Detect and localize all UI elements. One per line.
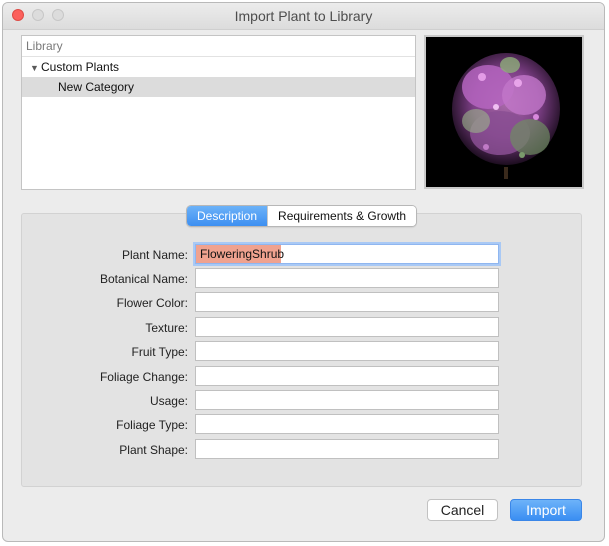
fruit-type-label: Fruit Type: — [131, 345, 188, 359]
tree-item-label: New Category — [58, 80, 135, 94]
foliage-type-label: Foliage Type: — [116, 418, 188, 432]
flower-color-field[interactable] — [195, 292, 499, 312]
tab-bar: Description Requirements & Growth — [186, 205, 418, 227]
tab-description[interactable]: Description — [187, 206, 268, 226]
plant-shape-field[interactable] — [195, 439, 499, 459]
texture-field[interactable] — [195, 317, 499, 337]
library-tree[interactable]: Library ▼ Custom Plants New Category — [21, 35, 416, 190]
window-title: Import Plant to Library — [234, 8, 373, 24]
disclosure-triangle-down-icon[interactable]: ▼ — [30, 58, 41, 78]
import-button[interactable]: Import — [510, 499, 582, 521]
fruit-type-field[interactable] — [195, 341, 499, 361]
library-header: Library — [22, 36, 415, 57]
plant-name-label: Plant Name: — [121, 248, 188, 262]
texture-label: Texture: — [145, 321, 188, 335]
botanical-name-label: Botanical Name: — [99, 272, 188, 286]
usage-field[interactable] — [195, 390, 499, 410]
foliage-change-label: Foliage Change: — [99, 370, 188, 384]
plant-preview-image — [424, 35, 584, 189]
tab-requirements-growth[interactable]: Requirements & Growth — [267, 206, 417, 226]
usage-label: Usage: — [149, 394, 188, 408]
flowering-shrub-thumbnail-icon — [452, 53, 560, 179]
cancel-button[interactable]: Cancel — [427, 499, 498, 521]
tree-item-new-category[interactable]: New Category — [22, 77, 415, 97]
plant-shape-label: Plant Shape: — [119, 443, 188, 457]
botanical-name-field[interactable] — [195, 268, 499, 288]
flower-color-label: Flower Color: — [116, 296, 188, 310]
title-bar[interactable]: Import Plant to Library — [3, 3, 604, 30]
tree-item-custom-plants[interactable]: ▼ Custom Plants — [22, 57, 415, 77]
plant-name-field[interactable] — [195, 244, 499, 264]
foliage-change-field[interactable] — [195, 366, 499, 386]
foliage-type-field[interactable] — [195, 414, 499, 434]
tree-item-label: Custom Plants — [41, 60, 120, 74]
